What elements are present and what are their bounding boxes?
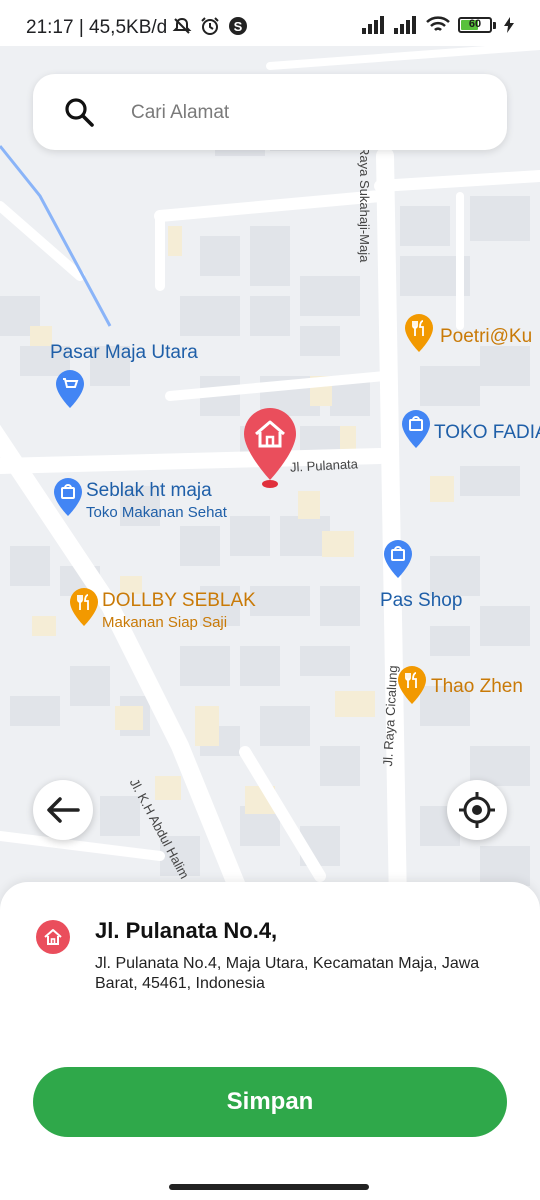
alarm-icon [201, 17, 219, 35]
poi-subtitle: Toko Makanan Sehat [86, 504, 227, 521]
shop-pin-icon [56, 370, 84, 408]
status-bar: 21:17 | 45,5KB/d S 60 [0, 0, 540, 46]
signal-icon-2 [394, 16, 416, 34]
poi-seblak-ht-maja[interactable]: Seblak ht maja Toko Makanan Sehat [86, 480, 227, 521]
address-sheet: Jl. Pulanata No.4, Jl. Pulanata No.4, Ma… [0, 882, 540, 1200]
back-button[interactable] [33, 780, 93, 840]
search-bar[interactable] [33, 74, 507, 152]
poi-toko-fadia[interactable]: TOKO FADIA [434, 422, 540, 444]
battery-tip [493, 21, 496, 29]
status-notification-icons: S [172, 16, 248, 36]
shop-bag-pin-icon [402, 410, 430, 448]
address-detail: Jl. Pulanata No.4, Maja Utara, Kecamatan… [95, 955, 480, 992]
network-speed: | 45,5KB/d [78, 17, 168, 38]
wifi-icon [426, 16, 450, 31]
shop-bag-pin-icon [54, 478, 82, 516]
food-pin-icon [70, 588, 98, 626]
svg-text:S: S [234, 19, 243, 34]
food-pin-icon [398, 666, 426, 704]
status-time: 21:17 | 45,5KB/d [26, 17, 167, 39]
home-indicator[interactable] [169, 1184, 369, 1190]
battery-level: 60 [468, 18, 482, 30]
poi-label: Seblak ht maja [86, 480, 212, 501]
poi-thao-zhen[interactable]: Thao Zhen [431, 676, 523, 698]
address-title: Jl. Pulanata No.4, [95, 918, 278, 943]
battery-icon: 60 [458, 17, 492, 33]
poi-label: TOKO FADIA [434, 422, 540, 443]
clock-text: 21:17 [26, 17, 74, 38]
poi-pasar-maja-utara[interactable]: Pasar Maja Utara [50, 342, 198, 364]
poi-subtitle: Makanan Siap Saji [102, 614, 228, 631]
mute-icon [172, 17, 192, 34]
home-location-marker[interactable] [242, 406, 298, 490]
s-app-icon: S [229, 17, 247, 35]
poi-pas-shop[interactable]: Pas Shop [380, 590, 462, 612]
poi-label: Poetri@Ku [440, 326, 533, 347]
gps-crosshair-icon [459, 792, 495, 828]
map-view[interactable]: Pasar Maja Utara Poetri@Ku TOKO FADIA Se… [0, 46, 540, 906]
poi-label: Pasar Maja Utara [50, 342, 198, 363]
food-pin-icon [405, 314, 433, 352]
home-icon [44, 929, 62, 945]
status-system-icons: 60 [362, 16, 514, 34]
shop-bag-pin-icon [384, 540, 412, 578]
search-input[interactable] [129, 74, 483, 152]
road-label-sukahaji: Raya Sukahaji-Maja [357, 146, 372, 263]
poi-label: DOLLBY SEBLAK [102, 590, 256, 611]
signal-icon [362, 16, 384, 34]
poi-label: Pas Shop [380, 590, 463, 611]
my-location-button[interactable] [447, 780, 507, 840]
poi-label: Thao Zhen [431, 676, 523, 697]
charging-icon [504, 17, 514, 33]
poi-poetri-ku[interactable]: Poetri@Ku [440, 326, 532, 348]
search-icon [65, 98, 94, 127]
save-button[interactable]: Simpan [33, 1067, 507, 1137]
poi-dollby-seblak[interactable]: DOLLBY SEBLAK Makanan Siap Saji [102, 590, 256, 631]
address-home-badge [36, 920, 70, 954]
arrow-left-icon [47, 797, 80, 823]
